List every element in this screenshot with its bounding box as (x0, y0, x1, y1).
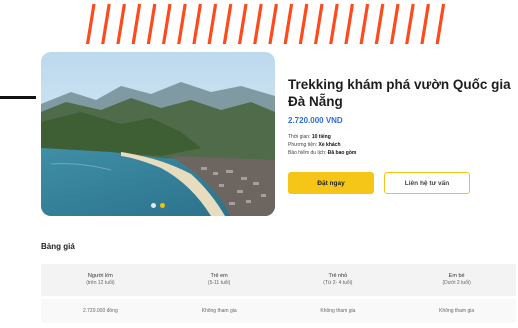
tour-title: Trekking khám phá vườn Quốc gia Đà Nẵng (288, 77, 511, 109)
price-child: Không tham gia (201, 307, 237, 314)
detail-insurance: Bảo hiểm du lịch: Đã bao gồm (288, 150, 357, 156)
pricing-value-row: 2.720.000 đồng Không tham gia Không tham… (41, 299, 516, 323)
book-now-button[interactable]: Đặt ngay (288, 172, 374, 194)
tour-details: Thời gian: 10 tiếng Phương tiện: Xe khác… (288, 133, 516, 157)
price-adult: 2.720.000 đồng (82, 307, 118, 314)
tour-price: 2.720.000 VND (288, 116, 343, 125)
detail-transport: Phương tiện: Xe khách (288, 142, 341, 148)
tour-info: Trekking khám phá vườn Quốc gia Đà Nẵng … (288, 76, 516, 157)
decorative-line (0, 96, 36, 99)
pricing-header-adult: Người lớn (trên 12 tuổi) (86, 273, 115, 286)
pricing-header-baby: Em bé (Dưới 2 tuổi) (442, 273, 471, 286)
detail-duration: Thời gian: 10 tiếng (288, 134, 331, 140)
pricing-header-toddler: Trẻ nhỏ (Từ 2- 4 tuổi) (323, 273, 353, 286)
contact-button[interactable]: Liên hệ tư vấn (384, 172, 470, 194)
action-buttons: Đặt ngay Liên hệ tư vấn (288, 172, 470, 194)
pricing-title: Bảng giá (41, 242, 75, 251)
price-baby: Không tham gia (439, 307, 475, 314)
pricing-header-row: Người lớn (trên 12 tuổi) Trẻ em (5-11 tuổi… (41, 264, 516, 296)
carousel-dot[interactable] (151, 203, 156, 208)
pricing-header-child: Trẻ em (5-11 tuổi) (207, 273, 231, 286)
tour-image-carousel[interactable] (41, 52, 275, 216)
carousel-dot-active[interactable] (160, 203, 165, 208)
tour-card: Trekking khám phá vườn Quốc gia Đà Nẵng … (36, 44, 518, 328)
carousel-dots (41, 203, 275, 208)
price-toddler: Không tham gia (320, 307, 356, 314)
pricing-table: Người lớn (trên 12 tuổi) Trẻ em (5-11 tuổi… (41, 264, 516, 323)
tour-photo (41, 52, 275, 216)
